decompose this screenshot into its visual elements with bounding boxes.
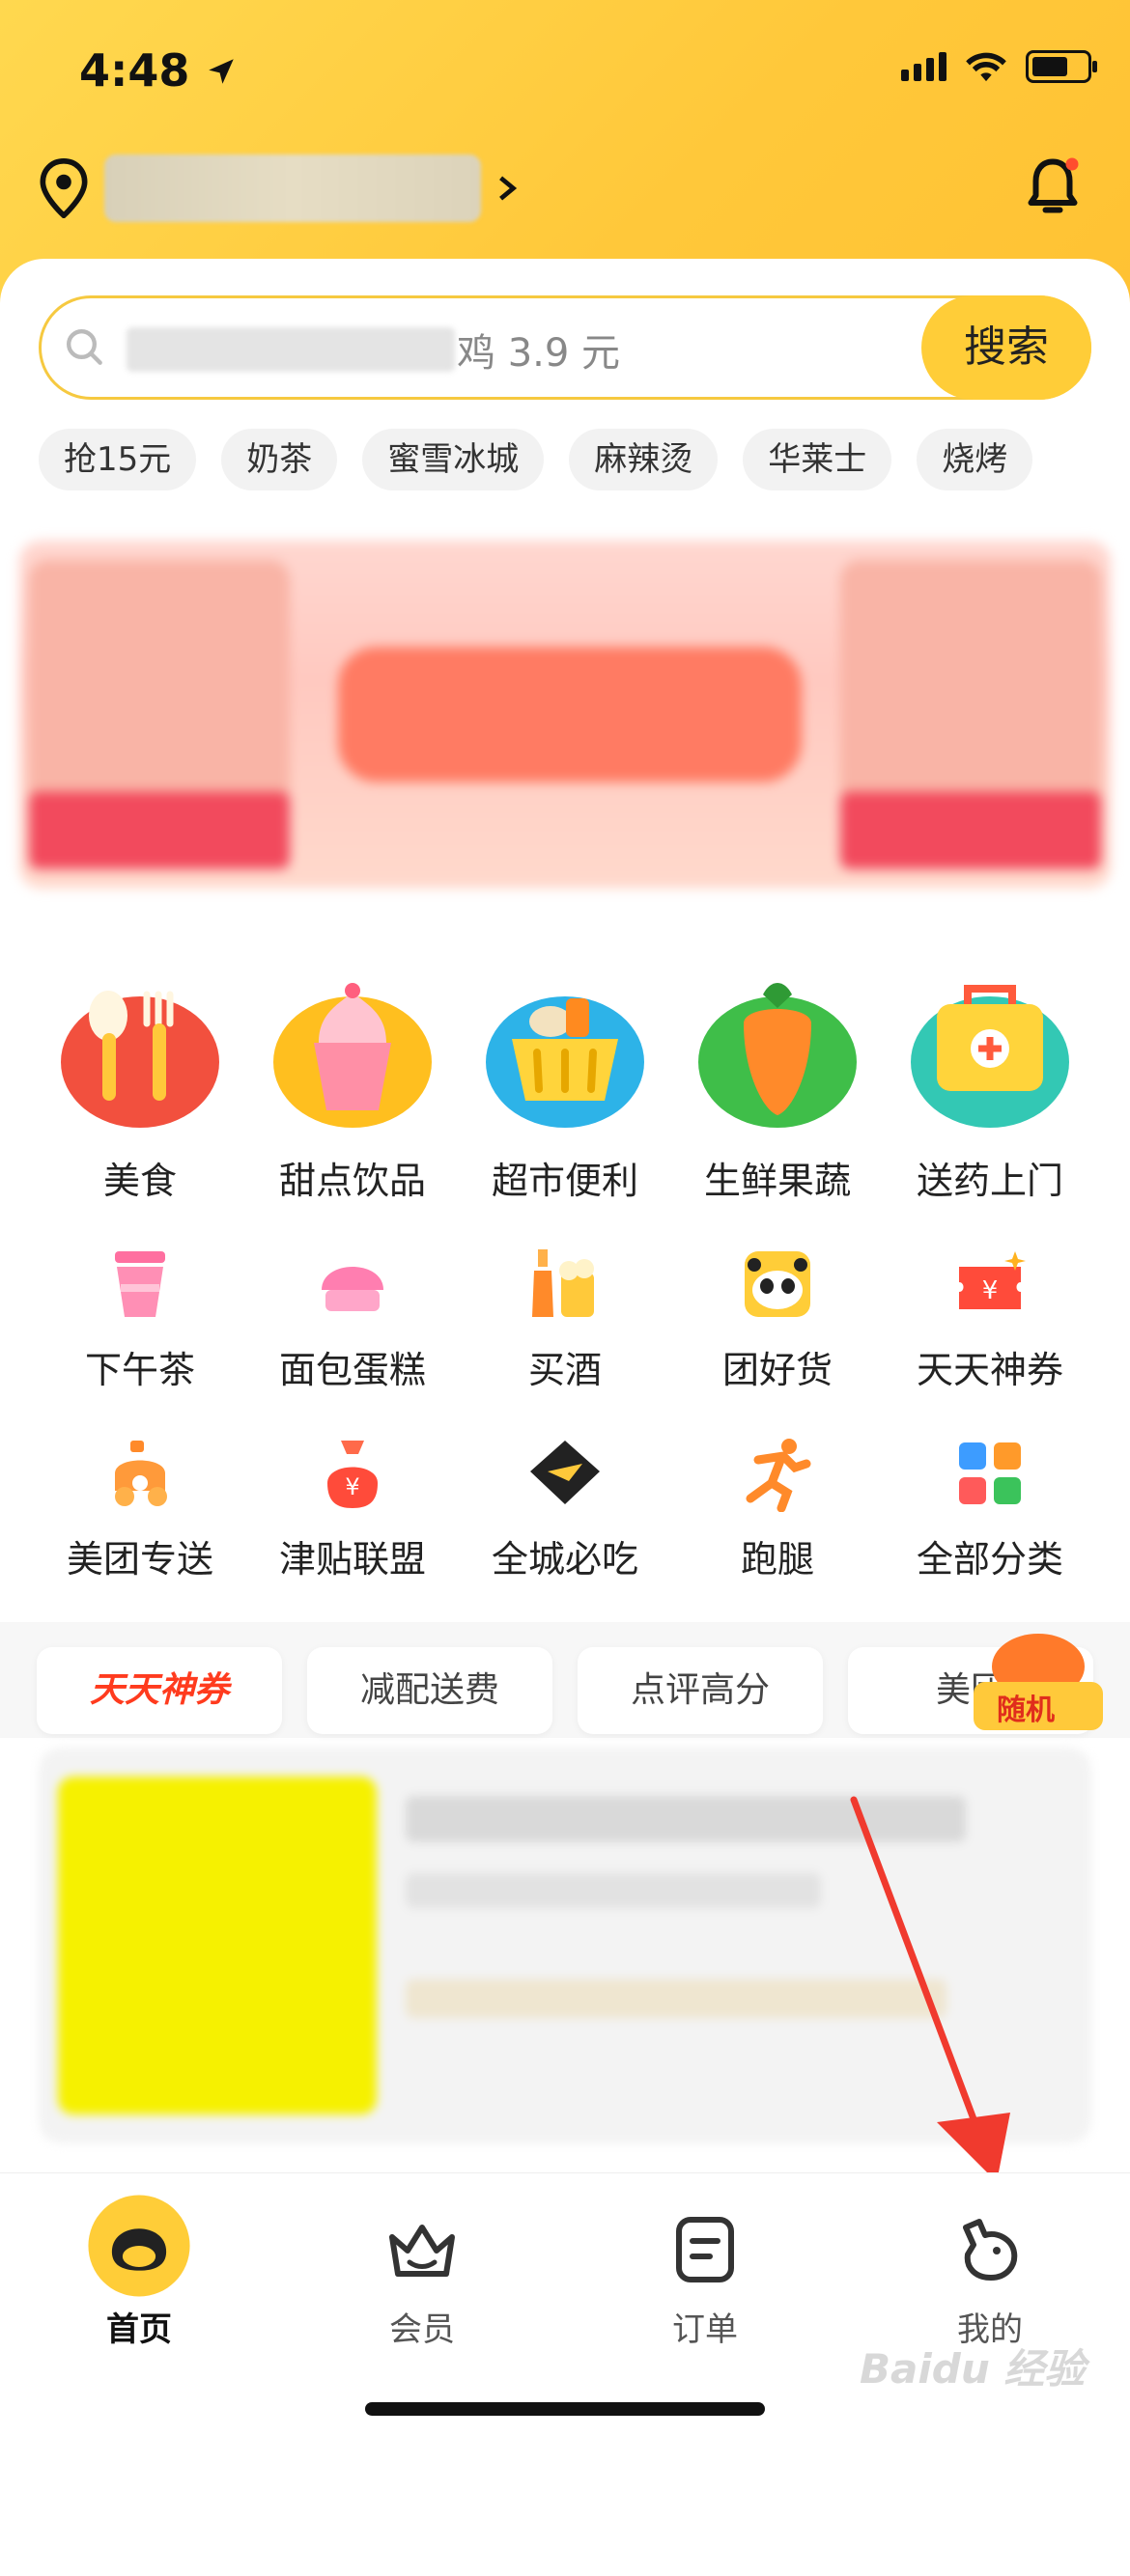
category-label: 天天神券 [916,1349,1063,1391]
grid-apps-icon [959,1442,1021,1504]
category-dessert[interactable]: 甜点饮品 [246,966,459,1204]
cup-icon [115,1251,165,1317]
category-label: 买酒 [527,1349,602,1391]
nav-label: 首页 [106,2310,172,2349]
category-label: 送药上门 [916,1160,1063,1202]
category-label: 美团专送 [66,1538,213,1581]
category-label: 美食 [102,1160,177,1202]
svg-text:¥: ¥ [345,1473,359,1500]
status-time: 4:48 [79,44,238,97]
nav-mine[interactable]: 我的 [893,2206,1087,2350]
scooter-icon [115,1441,167,1506]
location-pin-icon [40,158,88,218]
status-icons [901,50,1097,83]
diamond-badge-icon [530,1441,600,1504]
category-city-must-eat[interactable]: 全城必吃 [459,1435,671,1582]
home-face-icon [88,2195,190,2297]
coupon-icon: ¥ [959,1251,1026,1309]
battery-icon [1026,50,1097,83]
location-arrow-icon [209,59,235,84]
bell-icon[interactable] [1024,154,1082,222]
carrot-icon [698,983,857,1128]
main-categories: 美食 甜点饮品 超市便利 生鲜果蔬 送药上门 [0,966,1130,1204]
category-label: 生鲜果蔬 [703,1160,851,1202]
crown-icon [389,2225,455,2277]
spoon-fork-icon [61,991,219,1128]
nav-label: 会员 [389,2310,455,2349]
category-medicine[interactable]: 送药上门 [884,966,1096,1204]
ice-cream-cup-icon [273,983,432,1128]
category-all[interactable]: 全部分类 [884,1435,1096,1582]
search-placeholder-blurred [127,327,455,372]
chip[interactable]: 烧烤 [917,429,1033,490]
category-food[interactable]: 美食 [34,966,246,1204]
nav-label: 订单 [672,2310,738,2349]
category-label: 下午茶 [84,1349,195,1391]
profile-kangaroo-icon [963,2219,1018,2281]
category-supermarket[interactable]: 超市便利 [459,966,671,1204]
search-icon [67,329,102,365]
store-card-blurred[interactable] [39,1748,1091,2143]
running-man-icon [746,1439,811,1513]
category-bakery[interactable]: 面包蛋糕 [246,1246,459,1393]
sub-categories-row1: 下午茶 面包蛋糕 买酒 团好货 ¥ 天天神券 [0,1246,1130,1393]
svg-text:¥: ¥ [982,1276,999,1305]
panda-icon [745,1251,810,1317]
category-subsidy-alliance[interactable]: ¥ 津贴联盟 [246,1435,459,1582]
badge-label: 随机 [997,1694,1055,1727]
location-selector[interactable] [39,154,518,222]
address-text-blurred [104,154,481,222]
tab-reduced-delivery[interactable]: 减配送费 [307,1647,552,1734]
category-label: 津贴联盟 [278,1538,426,1581]
chip[interactable]: 奶茶 [221,429,338,490]
medicine-box-icon [911,985,1069,1128]
category-afternoon-tea[interactable]: 下午茶 [34,1246,246,1393]
chip[interactable]: 抢15元 [39,429,197,490]
nav-member[interactable]: 会员 [325,2206,519,2350]
category-label: 全部分类 [916,1538,1063,1581]
money-bag-icon: ¥ [327,1441,378,1508]
category-label: 面包蛋糕 [278,1349,426,1391]
search-button[interactable]: 搜索 [921,295,1091,400]
category-label: 跑腿 [740,1538,814,1581]
filter-tabs: 天天神券 减配送费 点评高分 美团 [37,1647,1093,1734]
category-label: 全城必吃 [491,1538,638,1581]
promo-banner[interactable] [19,541,1111,888]
tab-high-rating[interactable]: 点评高分 [578,1647,823,1734]
shopping-basket-icon [486,996,644,1128]
beer-bottle-icon [532,1249,594,1317]
tab-daily-coupons[interactable]: 天天神券 [37,1647,282,1734]
chevron-right-icon [499,176,518,201]
chip[interactable]: 麻辣烫 [569,429,719,490]
sub-categories-row2: 美团专送 ¥ 津贴联盟 全城必吃 跑腿 全部分类 [0,1435,1130,1582]
category-group-goods[interactable]: 团好货 [671,1246,884,1393]
cake-icon [322,1267,383,1311]
order-list-icon [676,2217,734,2282]
nav-home[interactable]: 首页 [42,2195,236,2350]
category-meituan-delivery[interactable]: 美团专送 [34,1435,246,1582]
category-label: 团好货 [721,1349,833,1391]
category-daily-coupons[interactable]: ¥ 天天神券 [884,1246,1096,1393]
watermark: Baidu 经验 [860,2345,1086,2393]
time-text: 4:48 [79,44,190,97]
signal-icon [901,52,946,81]
random-discount-badge[interactable]: 随机 [966,1628,1111,1734]
wifi-icon [966,52,1006,82]
home-indicator [365,2402,765,2416]
search-placeholder: 鸡 3.9 元 [457,331,621,376]
nav-orders[interactable]: 订单 [608,2206,802,2350]
category-fresh-produce[interactable]: 生鲜果蔬 [671,966,884,1204]
category-alcohol[interactable]: 买酒 [459,1246,671,1393]
hot-search-chips: 抢15元 奶茶 蜜雪冰城 麻辣烫 华莱士 烧烤 [39,429,1033,490]
chip[interactable]: 蜜雪冰城 [362,429,545,490]
category-errands[interactable]: 跑腿 [671,1435,884,1582]
search-bar[interactable]: 鸡 3.9 元 搜索 [39,295,1091,400]
category-label: 超市便利 [491,1160,638,1202]
chip[interactable]: 华莱士 [743,429,892,490]
category-label: 甜点饮品 [278,1160,426,1202]
